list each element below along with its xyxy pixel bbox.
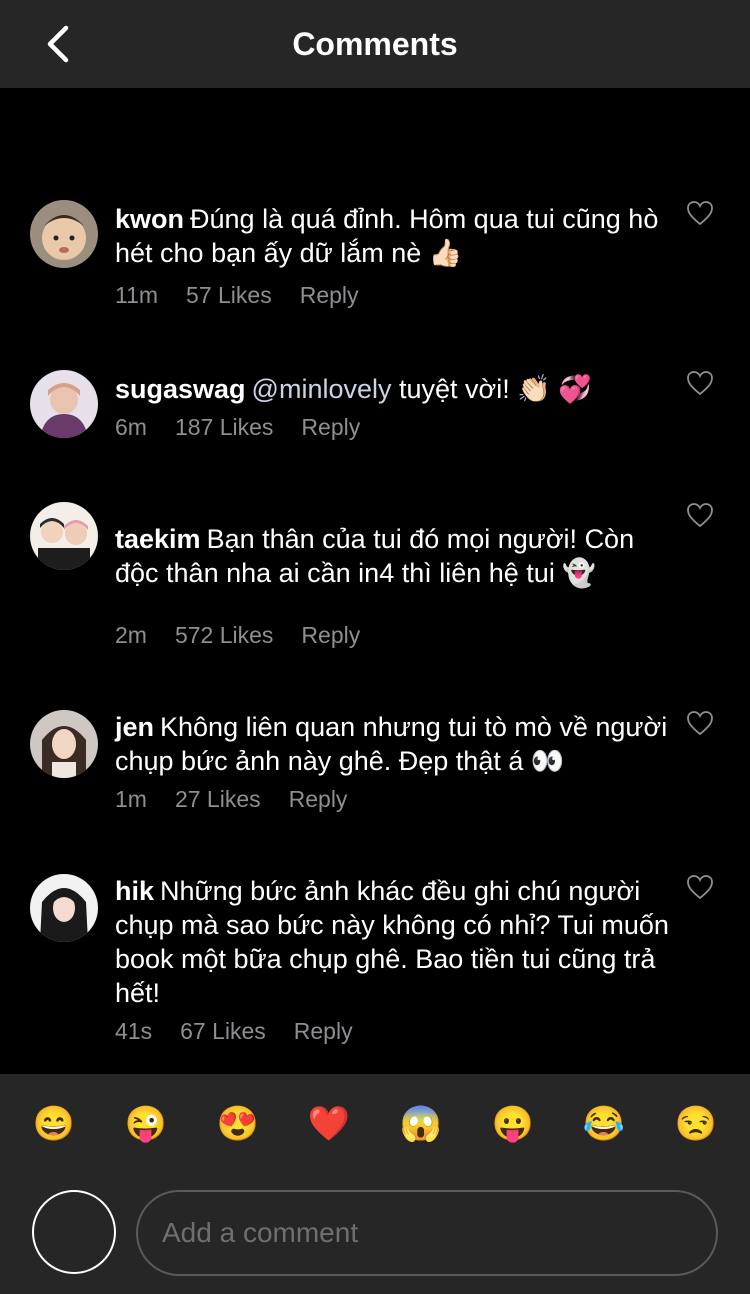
grinning-face-icon[interactable]: 😄 [32,1102,76,1146]
comment-meta: 11m 57 Likes Reply [115,280,359,310]
avatar[interactable] [30,502,98,570]
reply-button[interactable]: Reply [289,784,348,814]
unamused-face-icon[interactable]: 😒 [674,1102,718,1146]
comment-meta: 6m 187 Likes Reply [115,412,360,442]
screaming-face-icon[interactable]: 😱 [399,1102,443,1146]
comment-mention[interactable]: @minlovely [252,374,392,404]
avatar [32,1190,116,1274]
comment-time: 2m [115,622,147,648]
comment-time: 6m [115,414,147,440]
comment-meta: 1m 27 Likes Reply [115,784,347,814]
reply-button[interactable]: Reply [301,620,360,650]
heart-icon[interactable] [686,200,714,226]
comment-body: sugaswag @minlovely tuyệt vời! 👏🏻 💞 [115,372,680,406]
winking-tongue-face-icon[interactable]: 😜 [124,1102,168,1146]
comment-list[interactable]: kwon Đúng là quá đỉnh. Hôm qua tui cũng h… [0,88,750,1074]
comment-text: Đúng là quá đỉnh. Hôm qua tui cũng hò hé… [115,204,659,268]
comment-likes[interactable]: 572 Likes [175,620,273,650]
comment-text: Những bức ảnh khác đều ghi chú người chụ… [115,876,669,1008]
comment-body: jen Không liên quan nhưng tui tò mò về ng… [115,710,680,778]
comment-username[interactable]: sugaswag [115,374,246,404]
avatar[interactable] [30,200,98,268]
comment-input[interactable] [136,1190,718,1276]
avatar[interactable] [30,370,98,438]
comment-meta: 41s 67 Likes Reply [115,1016,353,1046]
red-heart-icon[interactable]: ❤️ [307,1102,351,1146]
comment-username[interactable]: hik [115,876,154,906]
comment-meta: 2m 572 Likes Reply [115,620,360,650]
comment-text: tuyệt vời! 👏🏻 💞 [399,374,592,404]
tears-of-joy-face-icon[interactable]: 😂 [582,1102,626,1146]
reply-button[interactable]: Reply [300,280,359,310]
comment-body: taekim Bạn thân của tui đó mọi người! Còn… [115,522,680,590]
reply-button[interactable]: Reply [294,1016,353,1046]
avatar[interactable] [30,710,98,778]
heart-icon[interactable] [686,710,714,736]
tongue-face-icon[interactable]: 😛 [491,1102,535,1146]
heart-icon[interactable] [686,502,714,528]
reply-button[interactable]: Reply [301,412,360,442]
header-bar: Comments [0,0,750,88]
heart-eyes-face-icon[interactable]: 😍 [216,1102,260,1146]
comment-username[interactable]: taekim [115,524,201,554]
comment-username[interactable]: kwon [115,204,184,234]
comment-time: 41s [115,1018,153,1044]
comment-username[interactable]: jen [115,712,154,742]
comment-likes[interactable]: 27 Likes [175,784,261,814]
comment-likes[interactable]: 57 Likes [186,280,272,310]
comment-body: kwon Đúng là quá đỉnh. Hôm qua tui cũng h… [115,202,680,270]
comment-time: 1m [115,786,147,812]
comment-time: 11m [115,282,159,308]
avatar[interactable] [30,874,98,942]
heart-icon[interactable] [686,874,714,900]
comment-likes[interactable]: 67 Likes [180,1016,266,1046]
comment-likes[interactable]: 187 Likes [175,412,273,442]
heart-icon[interactable] [686,370,714,396]
page-title: Comments [292,26,458,62]
emoji-bar: 😄 😜 😍 ❤️ 😱 😛 😂 😒 [0,1074,750,1294]
comment-body: hik Những bức ảnh khác đều ghi chú người … [115,874,680,1010]
comment-text: Không liên quan nhưng tui tò mò về người… [115,712,668,776]
